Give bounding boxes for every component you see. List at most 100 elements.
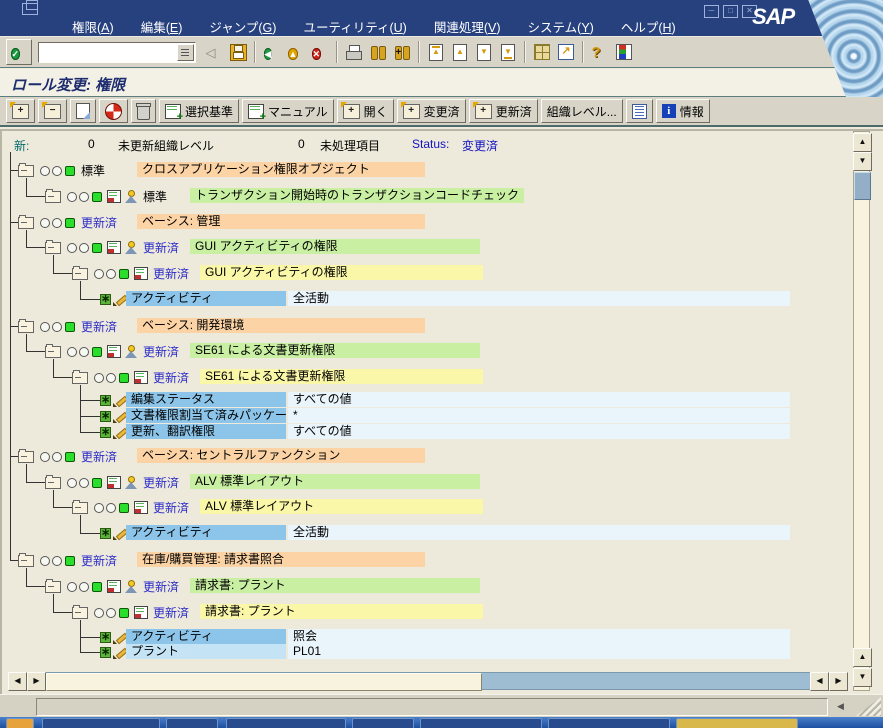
change-pencil-icon[interactable] [113,426,127,439]
change-pencil-icon[interactable] [113,631,127,644]
node-description-bar[interactable]: SE61 による文書更新権限 [200,369,483,384]
tree-node-row[interactable]: 更新済 [18,448,117,465]
tree-node-row[interactable]: 更新済 [18,552,117,569]
folder-node-icon[interactable] [45,581,61,593]
vertical-scrollbar-thumb[interactable] [854,172,871,200]
menu-関連処理[interactable]: 関連処理(V) [434,17,501,36]
collapse-node-button[interactable]: − [38,99,67,123]
scroll-left-button[interactable]: ◀ [8,672,27,691]
field-name-bar[interactable]: 更新、翻訳権限 [126,424,286,439]
selection-criteria-button[interactable]: 選択基準 [159,99,239,123]
node-description-bar[interactable]: 請求書: プラント [190,578,480,593]
open-all-button[interactable] [99,99,128,123]
delete-button[interactable] [131,99,156,123]
back-button[interactable]: ◀ [260,40,284,64]
expand-node-button[interactable]: + [6,99,35,123]
manual-button[interactable]: マニュアル [242,99,334,123]
taskbar-app-yellow[interactable] [352,718,414,728]
node-description-bar[interactable]: ベーシス: セントラルファンクション [137,448,425,463]
change-pencil-icon[interactable] [113,394,127,407]
change-pencil-icon[interactable] [113,646,127,659]
folder-node-icon[interactable] [72,607,88,619]
scroll-right-button[interactable]: ▶ [27,672,46,691]
page-up-button[interactable]: ▲ [448,40,472,64]
page-down-button[interactable]: ▼ [472,40,496,64]
tree-field-row[interactable]: ∗ [100,644,127,661]
print-button[interactable] [342,40,366,64]
status-collapse-icon[interactable]: ◀ [833,699,848,714]
org-levels-button[interactable]: 組織レベル... [541,99,623,123]
field-value-bar[interactable]: すべての値 [288,392,790,407]
taskbar-app-blue[interactable] [548,718,670,728]
customize-layout-button[interactable] [612,40,636,64]
exit-button[interactable]: ▲ [284,40,308,64]
command-input[interactable] [40,44,178,61]
vertical-scrollbar-track[interactable] [853,131,870,691]
field-name-bar[interactable]: アクティビティ [126,525,286,540]
tree-field-row[interactable]: ∗ [100,424,127,441]
folder-node-icon[interactable] [18,165,34,177]
folder-node-icon[interactable] [18,321,34,333]
tree-field-row[interactable]: ∗ [100,408,127,425]
folder-node-icon[interactable] [18,217,34,229]
change-pencil-icon[interactable] [113,527,127,540]
cancel-button[interactable]: ✕ [308,40,332,64]
field-value-bar[interactable]: すべての値 [288,424,790,439]
create-shortcut-button[interactable]: ↗ [554,40,578,64]
folder-node-icon[interactable] [72,268,88,280]
tree-node-row[interactable]: 標準 [45,188,167,205]
folder-node-icon[interactable] [72,502,88,514]
menu-権限[interactable]: 権限(A) [72,17,114,36]
changed-button[interactable]: +変更済 [397,99,466,123]
system-menu-icon[interactable] [22,3,38,15]
tree-node-row[interactable]: 更新済 [45,578,179,595]
minimize-button[interactable]: ─ [704,5,719,18]
tree-node-row[interactable]: 標準 [18,162,105,179]
tree-node-row[interactable]: 更新済 [18,318,117,335]
back-arrow-button[interactable]: ◁ [202,40,226,64]
overview-button[interactable] [626,99,653,123]
tree-node-row[interactable]: 更新済 [45,474,179,491]
scroll-right-button-right[interactable]: ▶ [829,672,848,691]
folder-node-icon[interactable] [45,191,61,203]
help-button[interactable]: ? [588,40,612,64]
field-name-bar[interactable]: アクティビティ [126,291,286,306]
information-button[interactable]: i情報 [656,99,710,123]
taskbar-app-gold[interactable] [676,718,798,728]
save-button[interactable] [226,40,250,64]
new-session-button[interactable] [530,40,554,64]
change-pencil-icon[interactable] [113,293,127,306]
field-value-bar[interactable]: 照会 [288,629,790,644]
maximize-button[interactable]: □ [723,5,738,18]
node-description-bar[interactable]: SE61 による文書更新権限 [190,343,480,358]
horizontal-scrollbar-thumb[interactable] [46,673,482,691]
tree-node-row[interactable]: 更新済 [45,343,179,360]
field-value-bar[interactable]: 全活動 [288,291,790,306]
taskbar-app-red[interactable] [42,718,160,728]
menu-ジャンプ[interactable]: ジャンプ(G) [209,17,276,36]
field-name-bar[interactable]: 文書権限割当て済みパッケージ [126,408,286,423]
find-button[interactable] [366,40,390,64]
change-pencil-icon[interactable] [113,410,127,423]
tree-field-row[interactable]: ∗ [100,392,127,409]
node-description-bar[interactable]: 請求書: プラント [200,604,483,619]
scroll-left-button-right[interactable]: ◀ [810,672,829,691]
menu-編集[interactable]: 編集(E) [141,17,183,36]
menu-ヘルプ[interactable]: ヘルプ(H) [621,17,676,36]
folder-node-icon[interactable] [72,372,88,384]
taskbar-app-blue-circle[interactable] [226,718,346,728]
field-value-bar[interactable]: * [288,408,790,423]
taskbar-app-monitor[interactable] [166,718,218,728]
scroll-down-button-bottom[interactable]: ▼ [853,668,872,687]
tree-node-row[interactable]: 更新済 [72,604,189,621]
tree-node-row[interactable]: 更新済 [72,265,189,282]
field-name-bar[interactable]: 編集ステータス [126,392,286,407]
node-description-bar[interactable]: 在庫/購買管理: 請求書照合 [137,552,425,567]
tree-node-row[interactable]: 更新済 [18,214,117,231]
open-button[interactable]: +開く [337,99,394,123]
resize-grip[interactable] [856,697,881,716]
folder-node-icon[interactable] [18,555,34,567]
menu-ユーティリティ[interactable]: ユーティリティ(U) [303,17,406,36]
last-page-button[interactable]: ▼ [496,40,520,64]
menu-システム[interactable]: システム(Y) [528,17,594,36]
